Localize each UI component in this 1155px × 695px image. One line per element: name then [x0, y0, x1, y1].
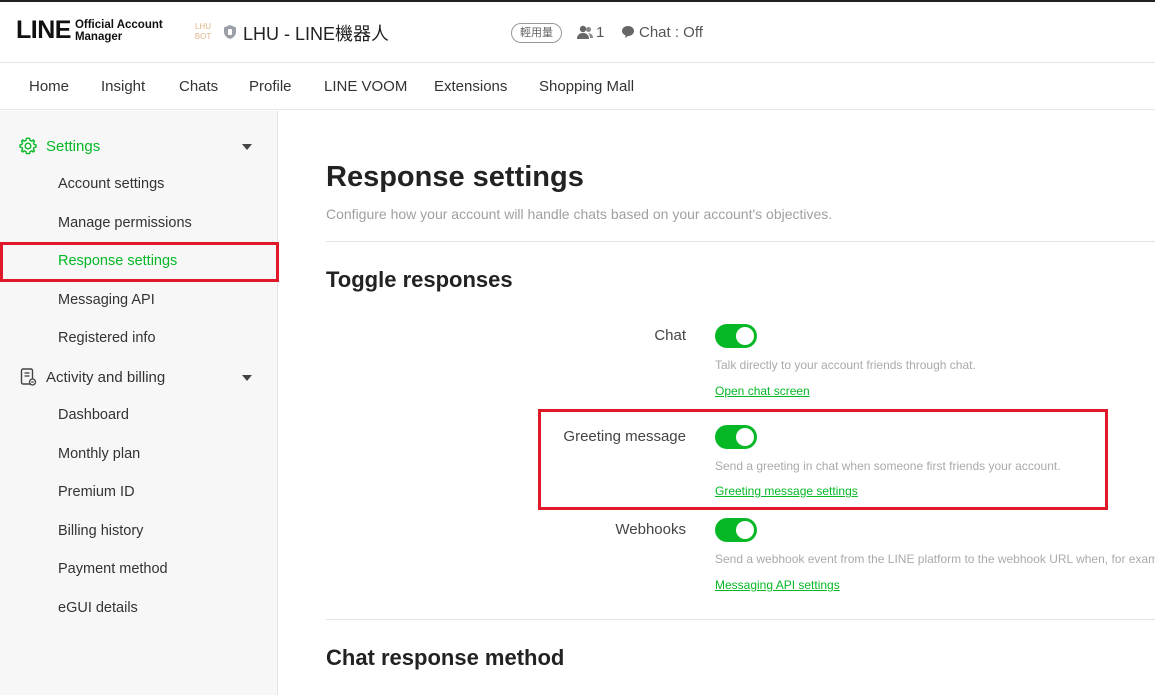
plan-badge: 輕用量	[511, 23, 562, 43]
page-description: Configure how your account will handle c…	[326, 206, 833, 222]
sidebar-item-monthly-plan[interactable]: Monthly plan	[58, 446, 140, 462]
line-oa-manager-logo[interactable]: LINE Official Account Manager	[16, 18, 163, 43]
webhooks-toggle[interactable]	[715, 518, 757, 542]
sidebar-item-dashboard[interactable]: Dashboard	[58, 407, 129, 423]
main-content: Response settings Configure how your acc…	[278, 111, 1155, 695]
chat-description: Talk directly to your account friends th…	[715, 358, 976, 372]
logo-subtitle: Official Account Manager	[74, 18, 163, 43]
highlight-box-greeting-message	[538, 409, 1108, 510]
document-icon	[20, 368, 37, 386]
sidebar-item-messaging-api[interactable]: Messaging API	[58, 292, 155, 308]
nav-profile[interactable]: Profile	[249, 78, 292, 95]
webhooks-label: Webhooks	[615, 521, 686, 538]
sidebar-group-settings[interactable]: Settings	[18, 136, 100, 156]
toggle-knob	[736, 327, 754, 345]
nav-line-voom[interactable]: LINE VOOM	[324, 78, 407, 95]
sidebar-group-activity-billing[interactable]: Activity and billing	[18, 367, 165, 387]
open-chat-screen-link[interactable]: Open chat screen	[715, 384, 810, 398]
divider	[326, 241, 1155, 242]
chat-bubble-icon	[622, 26, 634, 38]
sidebar-item-manage-permissions[interactable]: Manage permissions	[58, 215, 192, 231]
sidebar-group-label: Settings	[46, 137, 101, 155]
nav-insight[interactable]: Insight	[101, 78, 145, 95]
sidebar: Settings Account settings Manage permiss…	[0, 111, 279, 695]
verified-shield-icon	[224, 25, 236, 39]
divider	[326, 619, 1155, 620]
page-title: Response settings	[326, 161, 584, 193]
friends-icon	[577, 25, 593, 39]
section-title-chat-response-method: Chat response method	[326, 645, 565, 670]
nav-home[interactable]: Home	[29, 78, 69, 95]
sidebar-item-premium-id[interactable]: Premium ID	[58, 484, 135, 500]
nav-extensions[interactable]: Extensions	[434, 78, 507, 95]
chevron-down-icon[interactable]	[242, 144, 252, 150]
account-name[interactable]: LHU - LINE機器人	[243, 20, 389, 46]
sidebar-item-egui-details[interactable]: eGUI details	[58, 600, 138, 616]
main-nav: Home Insight Chats Profile LINE VOOM Ext…	[0, 62, 1155, 110]
highlight-box-response-settings	[0, 242, 279, 282]
sidebar-item-registered-info[interactable]: Registered info	[58, 330, 156, 346]
messaging-api-settings-link[interactable]: Messaging API settings	[715, 578, 840, 592]
top-header: LINE Official Account Manager LHU BOT LH…	[0, 2, 1155, 62]
friends-count: 1	[596, 24, 605, 41]
section-title-toggle-responses: Toggle responses	[326, 267, 513, 292]
sidebar-group-label: Activity and billing	[46, 368, 166, 386]
sidebar-item-account-settings[interactable]: Account settings	[58, 176, 164, 192]
chevron-down-icon[interactable]	[242, 375, 252, 381]
chat-toggle[interactable]	[715, 324, 757, 348]
chat-label: Chat	[654, 327, 686, 344]
sidebar-item-billing-history[interactable]: Billing history	[58, 523, 143, 539]
toggle-knob	[736, 521, 754, 539]
chat-status[interactable]: Chat : Off	[639, 24, 703, 41]
logo-wordmark: LINE	[16, 16, 71, 44]
nav-shopping-mall[interactable]: Shopping Mall	[539, 78, 634, 95]
webhooks-description: Send a webhook event from the LINE platf…	[715, 552, 1155, 566]
sidebar-item-payment-method[interactable]: Payment method	[58, 561, 168, 577]
account-avatar[interactable]: LHU BOT	[192, 22, 214, 46]
gear-icon	[19, 137, 37, 155]
nav-chats[interactable]: Chats	[179, 78, 218, 95]
